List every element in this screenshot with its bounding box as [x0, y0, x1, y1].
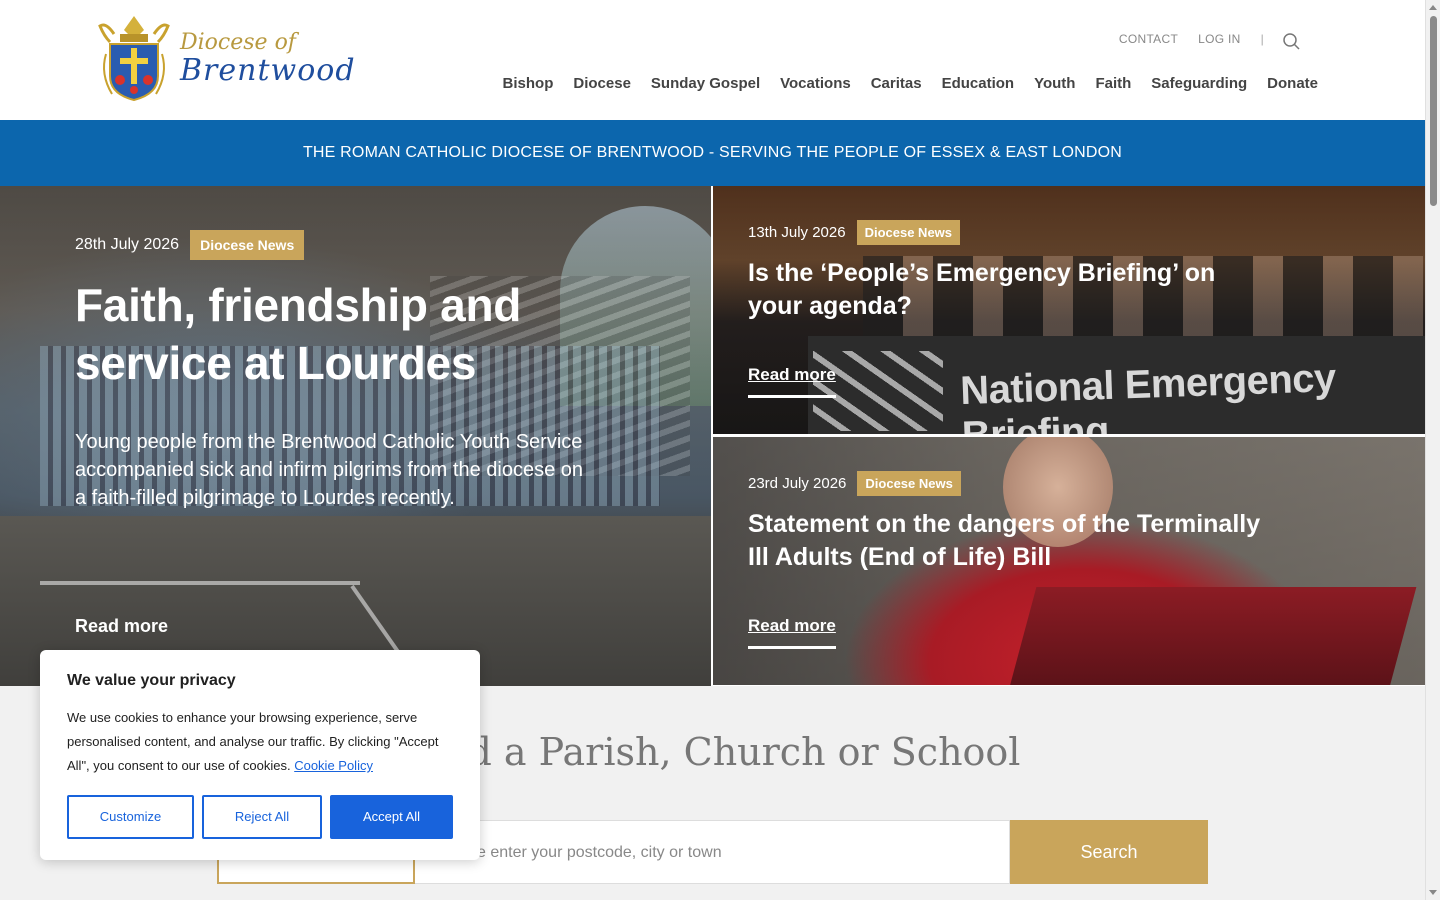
article-meta: 13th July 2026 Diocese News	[748, 220, 1268, 245]
logo-text: Diocese of Brentwood	[180, 30, 356, 86]
diocese-crest-icon	[98, 16, 170, 102]
main-nav: Bishop Diocese Sunday Gospel Vocations C…	[483, 75, 1318, 92]
hero-side-article-2[interactable]: 23rd July 2026 Diocese News Statement on…	[713, 437, 1425, 685]
article-title[interactable]: Faith, friendship and service at Lourdes	[75, 276, 595, 392]
nav-item-donate[interactable]: Donate	[1267, 75, 1318, 92]
hero-main-article[interactable]: 28th July 2026 Diocese News Faith, frien…	[0, 186, 711, 686]
utility-nav: CONTACT LOG IN |	[1099, 28, 1300, 50]
scrollbar-thumb[interactable]	[1430, 16, 1437, 206]
cookie-policy-link[interactable]: Cookie Policy	[294, 758, 373, 773]
article-date: 13th July 2026	[748, 224, 846, 241]
nav-item-safeguarding[interactable]: Safeguarding	[1151, 75, 1247, 92]
scroll-down-arrow-icon[interactable]	[1429, 890, 1437, 895]
nav-item-caritas[interactable]: Caritas	[871, 75, 922, 92]
hero-main-content: 28th July 2026 Diocese News Faith, frien…	[75, 230, 595, 512]
tagline-banner: THE ROMAN CATHOLIC DIOCESE OF BRENTWOOD …	[0, 120, 1425, 186]
read-more-link[interactable]: Read more	[748, 616, 836, 649]
customize-button[interactable]: Customize	[67, 795, 194, 839]
accept-all-button[interactable]: Accept All	[330, 795, 453, 839]
nav-item-bishop[interactable]: Bishop	[503, 75, 554, 92]
cookie-title: We value your privacy	[67, 672, 236, 689]
location-search-input[interactable]: Please enter your postcode, city or town	[415, 820, 1010, 884]
nav-item-faith[interactable]: Faith	[1095, 75, 1131, 92]
nav-item-vocations[interactable]: Vocations	[780, 75, 851, 92]
login-link[interactable]: LOG IN	[1198, 32, 1240, 46]
read-more-link[interactable]: Read more	[75, 616, 168, 637]
cookie-message: We use cookies to enhance your browsing …	[67, 710, 439, 773]
article-description: Young people from the Brentwood Catholic…	[75, 431, 583, 509]
read-more-link[interactable]: Read more	[748, 365, 836, 398]
side-article-content: 13th July 2026 Diocese News Is the ‘Peop…	[748, 220, 1268, 323]
nav-item-diocese[interactable]: Diocese	[573, 75, 631, 92]
utility-separator: |	[1260, 32, 1264, 46]
article-meta: 28th July 2026 Diocese News	[75, 230, 595, 260]
cookie-buttons: Customize Reject All Accept All	[67, 795, 461, 839]
category-tag[interactable]: Diocese News	[190, 230, 305, 260]
category-tag[interactable]: Diocese News	[857, 471, 961, 496]
hero-image-line	[40, 581, 360, 585]
search-button[interactable]: Search	[1010, 820, 1208, 884]
nav-item-sunday-gospel[interactable]: Sunday Gospel	[651, 75, 760, 92]
scroll-up-arrow-icon[interactable]	[1429, 5, 1437, 10]
article-title[interactable]: Is the ‘People’s Emergency Briefing’ on …	[748, 257, 1268, 323]
nav-item-education[interactable]: Education	[942, 75, 1015, 92]
category-tag[interactable]: Diocese News	[856, 220, 961, 245]
article-title[interactable]: Statement on the dangers of the Terminal…	[748, 508, 1268, 574]
cookie-consent-dialog: We value your privacy We use cookies to …	[40, 650, 480, 860]
contact-link[interactable]: CONTACT	[1119, 32, 1178, 46]
search-icon[interactable]	[1282, 32, 1300, 50]
reject-all-button[interactable]: Reject All	[202, 795, 322, 839]
nav-item-youth[interactable]: Youth	[1034, 75, 1075, 92]
article-date: 23rd July 2026	[748, 475, 847, 492]
side-article-content: 23rd July 2026 Diocese News Statement on…	[748, 471, 1268, 574]
site-logo[interactable]: Diocese of Brentwood	[96, 14, 356, 102]
cookie-text: We use cookies to enhance your browsing …	[67, 706, 453, 778]
page-scrollbar[interactable]	[1425, 0, 1440, 900]
article-date: 28th July 2026	[75, 236, 180, 253]
hero-side-article-1[interactable]: National Emergency Briefing 13th July 20…	[713, 186, 1425, 434]
article-meta: 23rd July 2026 Diocese News	[748, 471, 1268, 496]
logo-line2: Brentwood	[180, 53, 356, 88]
side-image-book	[1009, 587, 1417, 685]
site-header: Diocese of Brentwood CONTACT LOG IN | Bi…	[0, 0, 1425, 120]
